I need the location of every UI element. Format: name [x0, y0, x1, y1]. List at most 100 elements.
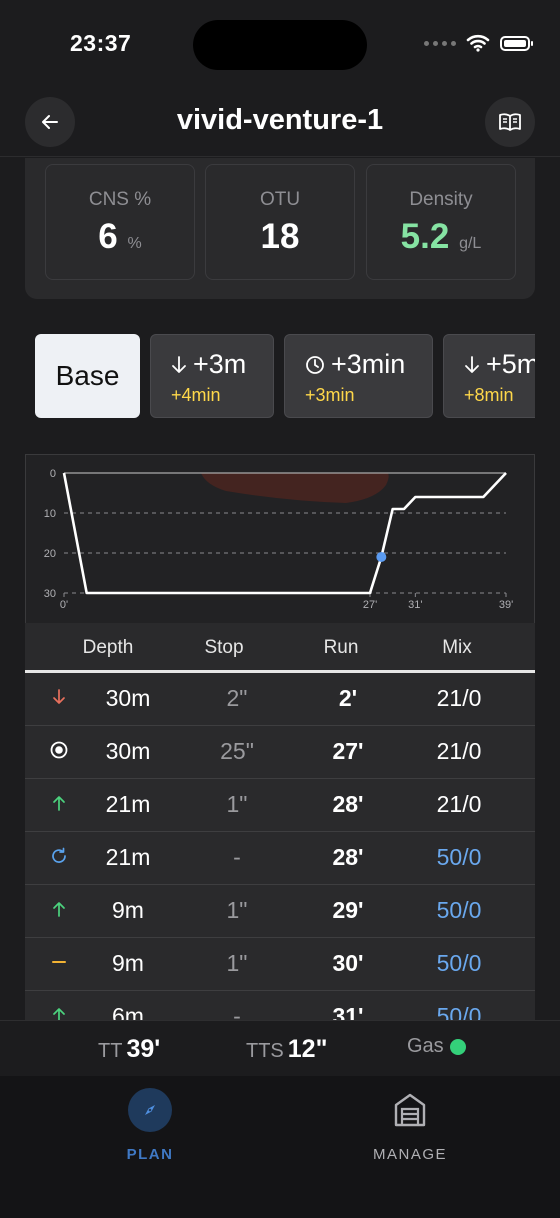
arrow-down-icon: [172, 355, 186, 373]
summary-label: TT: [98, 1040, 123, 1062]
cell-run: 29': [332, 897, 364, 923]
tab-label: PLAN: [126, 1146, 174, 1163]
chip-sub: +8min: [464, 385, 514, 405]
tab-plan[interactable]: PLAN: [80, 1088, 220, 1163]
x-tick-label: 31': [408, 599, 422, 611]
table-row[interactable]: 21m - 28' 50/0: [25, 832, 535, 885]
cell-depth: 9m: [112, 897, 144, 923]
cell-run: 27': [332, 738, 364, 764]
x-tick-label: 0': [60, 599, 68, 611]
col-depth: Depth: [82, 637, 134, 658]
summary-label: TTS: [246, 1040, 284, 1062]
page-title: vivid-venture-1: [176, 104, 384, 136]
cell-run: 28': [332, 844, 364, 870]
summary-time-to-surface: TTS 12": [246, 1035, 327, 1064]
wifi-icon: [466, 34, 490, 52]
cell-depth: 30m: [105, 685, 151, 711]
cell-mix: 21/0: [436, 738, 482, 764]
clock-icon: [306, 355, 324, 374]
cell-mix: 21/0: [436, 685, 482, 711]
stops-table: Depth Stop Run Mix 30m 2" 2' 21/0 30m 25…: [25, 623, 535, 1020]
table-row[interactable]: 30m 25" 27' 21/0: [25, 726, 535, 779]
cell-stop: -: [233, 844, 241, 870]
table-header: Depth Stop Run Mix: [25, 623, 535, 673]
stat-otu: OTU 18: [205, 164, 355, 280]
summary-label: Gas: [407, 1035, 444, 1057]
chip-label: +3m: [193, 349, 247, 379]
stat-number: 6: [98, 217, 118, 256]
warehouse-icon: [388, 1088, 432, 1132]
chip-sub: +3min: [305, 385, 355, 405]
target-icon: [49, 740, 69, 760]
book-button[interactable]: [485, 97, 535, 147]
scenario-chip-base[interactable]: Base: [35, 334, 140, 418]
stat-density: Density 5.2 g/L: [366, 164, 516, 280]
table-row[interactable]: 9m 1" 29' 50/0: [25, 885, 535, 938]
cell-run: 31': [332, 1003, 364, 1020]
arrow-down-icon: [465, 355, 479, 373]
chip-label: +5m: [486, 349, 535, 379]
tab-bar: PLAN MANAGE: [0, 1076, 560, 1218]
table-row[interactable]: 9m 1" 30' 50/0: [25, 938, 535, 991]
col-mix: Mix: [442, 637, 472, 658]
summary-gas[interactable]: Gas: [407, 1035, 466, 1058]
cell-stop: -: [233, 1003, 241, 1020]
cell-mix: 21/0: [436, 791, 482, 817]
signal-dots-icon: [424, 40, 456, 46]
chip-label: +3min: [331, 349, 406, 379]
deco-zone-shading: [201, 473, 389, 503]
y-tick-label: 30: [44, 588, 56, 600]
y-tick-label: 20: [44, 548, 56, 560]
stat-unit: g/L: [459, 235, 482, 252]
current-position-marker[interactable]: [376, 552, 387, 562]
table-row[interactable]: 6m - 31' 50/0: [25, 991, 535, 1020]
scenario-chip-depth-3m[interactable]: +3m +4min: [150, 334, 274, 418]
nav-header: vivid-venture-1: [0, 92, 560, 157]
arrow-up-icon: [49, 793, 69, 813]
arrow-up-icon: [49, 899, 69, 919]
stat-label: CNS %: [88, 189, 152, 210]
battery-icon: [500, 35, 533, 51]
cell-mix: 50/0: [436, 1003, 482, 1020]
scenario-chip-time-3min[interactable]: +3min +3min: [284, 334, 433, 418]
table-row[interactable]: 30m 2" 2' 21/0: [25, 673, 535, 726]
cell-depth: 9m: [112, 950, 144, 976]
cell-mix: 50/0: [436, 897, 482, 923]
col-run: Run: [323, 637, 359, 658]
cell-run: 30': [332, 950, 364, 976]
scenario-chip-depth-5m[interactable]: +5m +8min: [443, 334, 535, 418]
cell-depth: 6m: [112, 1003, 144, 1020]
arrow-up-icon: [49, 1005, 69, 1020]
cell-depth: 21m: [105, 791, 151, 817]
stat-unit: %: [127, 235, 142, 252]
refresh-icon: [49, 846, 69, 866]
stat-label: OTU: [259, 189, 301, 210]
stats-card: CNS % 6 % OTU 18 Density 5.2 g/L: [25, 158, 535, 299]
compass-icon: [128, 1088, 172, 1132]
cell-stop: 1": [226, 950, 248, 976]
arrow-down-icon: [49, 687, 69, 707]
cell-run: 2': [338, 685, 358, 711]
stat-number: 18: [260, 217, 300, 256]
cell-stop: 2": [226, 685, 248, 711]
cell-mix: 50/0: [436, 950, 482, 976]
tab-manage[interactable]: MANAGE: [340, 1088, 480, 1163]
stat-value: 18: [206, 217, 354, 257]
minus-icon: [49, 952, 69, 972]
stat-number: 5.2: [400, 217, 450, 256]
stat-label: Density: [409, 189, 473, 210]
chip-main: +3m: [171, 349, 246, 380]
gas-status-dot: [449, 1038, 466, 1055]
table-row[interactable]: 21m 1" 28' 21/0: [25, 779, 535, 832]
cell-depth: 30m: [105, 738, 151, 764]
y-tick-label: 0: [50, 468, 56, 480]
summary-total-time: TT 39': [98, 1035, 160, 1064]
stat-cns: CNS % 6 %: [45, 164, 195, 280]
scenario-selector: Base +3m +4min +3min +3min +5m +8min: [35, 334, 535, 420]
dynamic-island: [193, 20, 367, 70]
dive-profile-chart: 0 10 20 30 0' 27' 31' 39': [25, 454, 535, 624]
y-tick-label: 10: [44, 508, 56, 520]
cell-stop: 25": [220, 738, 254, 764]
summary-value: 12": [287, 1035, 328, 1063]
profile-svg: 0 10 20 30 0' 27' 31' 39': [44, 468, 513, 611]
